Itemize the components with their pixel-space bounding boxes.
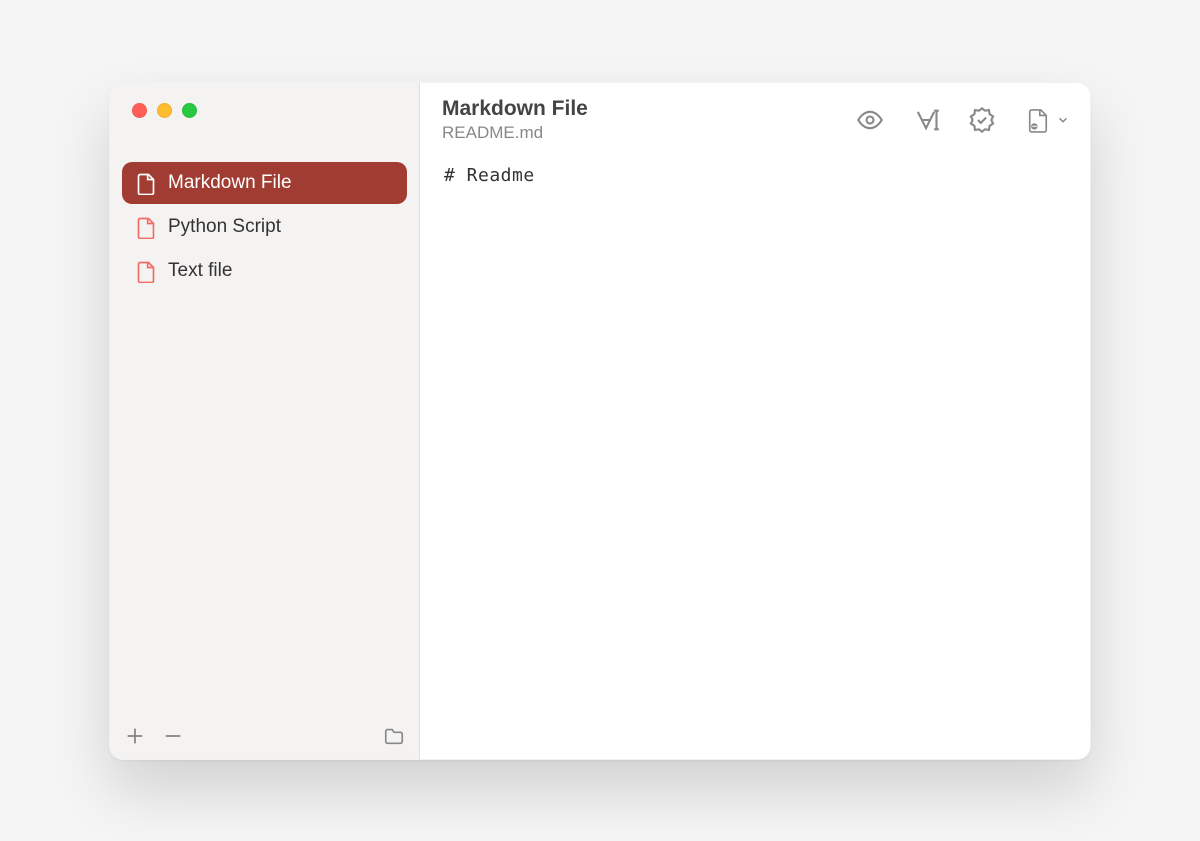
toolbar [856,106,1070,134]
file-item-text[interactable]: Text file [122,250,407,292]
traffic-lights [110,83,419,136]
minimize-window-button[interactable] [157,103,172,118]
editor-content[interactable]: # Readme [420,153,1090,198]
file-item-label: Python Script [168,216,281,238]
add-button[interactable] [124,725,146,747]
main-header: Markdown File README.md [420,83,1090,153]
file-item-python[interactable]: Python Script [122,206,407,248]
document-icon [136,216,156,238]
file-options-button[interactable] [1024,106,1070,134]
file-options-icon [1024,106,1052,134]
folder-button[interactable] [383,725,405,747]
file-item-label: Markdown File [168,172,292,194]
file-list: Markdown File Python Script [110,162,419,292]
main-panel: Markdown File README.md [420,83,1090,759]
file-item-markdown[interactable]: Markdown File [122,162,407,204]
app-window: Markdown File Python Script [109,82,1091,760]
close-window-button[interactable] [132,103,147,118]
sidebar: Markdown File Python Script [110,83,420,759]
preview-button[interactable] [856,106,884,134]
document-filename: README.md [442,123,588,143]
chevron-down-icon [1056,113,1070,127]
document-title: Markdown File [442,97,588,121]
file-item-label: Text file [168,260,232,282]
remove-button[interactable] [162,725,184,747]
text-cursor-button[interactable] [912,106,940,134]
verified-badge-button[interactable] [968,106,996,134]
sidebar-footer [110,713,419,759]
document-icon [136,172,156,194]
title-block: Markdown File README.md [442,97,588,143]
document-icon [136,260,156,282]
maximize-window-button[interactable] [182,103,197,118]
